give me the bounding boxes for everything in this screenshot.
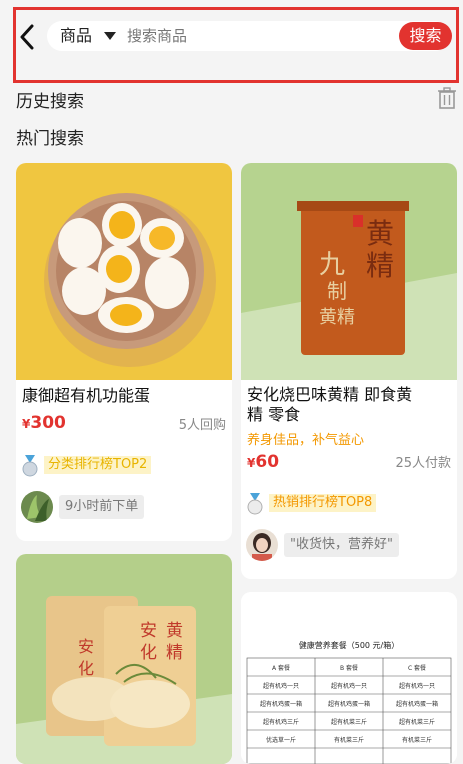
svg-text:超有机鸡三斤: 超有机鸡三斤 bbox=[263, 718, 299, 726]
avatar bbox=[246, 529, 278, 561]
order-info: 9小时前下单 bbox=[59, 495, 145, 519]
package-char: 精 bbox=[166, 643, 183, 663]
product-card[interactable]: 安 化 安 黄 化 精 bbox=[16, 554, 232, 764]
rank-badge: 热销排行榜TOP8 bbox=[247, 493, 427, 515]
svg-text:九: 九 bbox=[319, 250, 345, 280]
product-slogan: 养身佳品，补气益心 bbox=[247, 433, 365, 448]
svg-text:黄精: 黄精 bbox=[319, 307, 355, 328]
medal-icon bbox=[247, 493, 263, 515]
product-image-huangjing: 九 制 黄 精 黄精 bbox=[241, 163, 457, 380]
svg-text:超有机鸡一只: 超有机鸡一只 bbox=[399, 682, 435, 690]
product-price: ¥60 bbox=[247, 452, 280, 472]
rank-text: 热销排行榜TOP8 bbox=[269, 494, 377, 512]
svg-text:优选草一斤: 优选草一斤 bbox=[266, 736, 296, 744]
svg-text:超有机鸡一只: 超有机鸡一只 bbox=[331, 682, 367, 690]
medal-icon bbox=[22, 455, 38, 477]
menu-title: 健康营养套餐（500 元/箱） bbox=[299, 640, 400, 650]
svg-text:超有机菜三斤: 超有机菜三斤 bbox=[399, 718, 435, 726]
package-char: 安 bbox=[140, 621, 157, 641]
svg-text:有机菜三斤: 有机菜三斤 bbox=[402, 736, 432, 744]
package-char: 化 bbox=[140, 643, 157, 663]
product-price: ¥300 bbox=[22, 413, 66, 433]
package-char: 安 bbox=[78, 637, 94, 656]
product-image-eggs bbox=[16, 163, 232, 380]
svg-text:有机菜三斤: 有机菜三斤 bbox=[334, 736, 364, 744]
search-header: 商品 搜索 bbox=[0, 0, 463, 90]
review-snippet: "收货快，营养好" bbox=[284, 533, 399, 557]
product-card[interactable]: 康御超有机功能蛋 ¥300 5人回购 分类排行榜TOP2 9小时前下单 bbox=[16, 163, 232, 541]
history-search-title: 历史搜索 bbox=[16, 92, 84, 112]
svg-text:A 套餐: A 套餐 bbox=[272, 664, 290, 672]
rank-text: 分类排行榜TOP2 bbox=[44, 456, 152, 474]
product-image-packaged-huangjing: 安 化 安 黄 化 精 bbox=[16, 554, 232, 764]
svg-text:C 套餐: C 套餐 bbox=[408, 664, 426, 672]
product-card[interactable]: 九 制 黄 精 黄精 安化烧巴味黄精 即食黄 精 零食 养身佳品，补气益心 ¥6… bbox=[241, 163, 457, 579]
repurchase-count: 5人回购 bbox=[178, 418, 226, 433]
svg-text:黄: 黄 bbox=[366, 217, 394, 250]
highlight-box bbox=[13, 7, 459, 83]
product-image-menu: 健康营养套餐（500 元/箱） A 套餐 B 套餐 C 套餐 超有机鸡一只 超有… bbox=[241, 592, 457, 764]
rank-badge: 分类排行榜TOP2 bbox=[22, 455, 202, 477]
package-char: 黄 bbox=[166, 621, 183, 641]
product-card[interactable]: 健康营养套餐（500 元/箱） A 套餐 B 套餐 C 套餐 超有机鸡一只 超有… bbox=[241, 592, 457, 764]
svg-text:B 套餐: B 套餐 bbox=[340, 664, 358, 672]
payment-count: 25人付款 bbox=[395, 456, 451, 471]
svg-text:精: 精 bbox=[366, 249, 394, 282]
svg-text:超有机鸡一只: 超有机鸡一只 bbox=[263, 682, 299, 690]
package-char: 化 bbox=[78, 659, 94, 678]
product-name: 康御超有机功能蛋 bbox=[22, 386, 151, 405]
svg-text:制: 制 bbox=[327, 279, 347, 303]
svg-text:超有机菜三斤: 超有机菜三斤 bbox=[331, 718, 367, 726]
hot-search-title: 热门搜索 bbox=[16, 129, 84, 149]
svg-text:超有机鸡蛋一箱: 超有机鸡蛋一箱 bbox=[328, 700, 370, 708]
svg-text:超有机鸡蛋一箱: 超有机鸡蛋一箱 bbox=[260, 700, 302, 708]
trash-icon[interactable] bbox=[437, 87, 457, 109]
avatar bbox=[21, 491, 53, 523]
product-name: 安化烧巴味黄精 即食黄 精 零食 bbox=[247, 385, 413, 424]
svg-text:超有机鸡蛋一箱: 超有机鸡蛋一箱 bbox=[396, 700, 438, 708]
